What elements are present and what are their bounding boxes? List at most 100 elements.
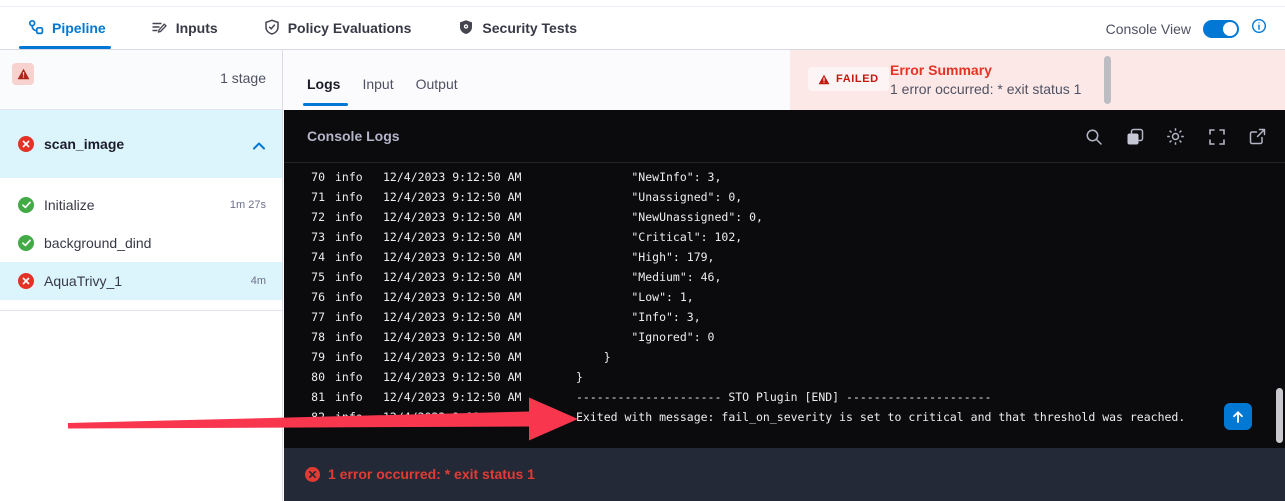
log-timestamp: 12/4/2023 9:12:50 AM: [383, 207, 521, 227]
console-scrollbar-thumb[interactable]: [1276, 388, 1283, 443]
tab-security-tests[interactable]: Security Tests: [458, 19, 577, 38]
log-level: info: [335, 387, 363, 407]
step-name-label: background_dind: [44, 235, 151, 251]
log-timestamp: 12/4/2023 9:12:50 AM: [383, 267, 521, 287]
tab-policy-evaluations[interactable]: Policy Evaluations: [264, 19, 412, 38]
log-timestamp: 12/4/2023 9:12:50 AM: [383, 387, 521, 407]
banner-scrollbar-thumb[interactable]: [1104, 56, 1111, 104]
log-line-number: 72: [310, 207, 325, 227]
log-message: "Info": 3,: [576, 307, 701, 327]
stage-name-label: scan_image: [44, 136, 124, 152]
log-level: info: [335, 267, 363, 287]
log-timestamp: 12/4/2023 9:12:50 AM: [383, 307, 521, 327]
log-level: info: [335, 327, 363, 347]
log-message: }: [576, 367, 583, 387]
log-line: 79 info 12/4/2023 9:12:50 AM }: [284, 347, 1285, 367]
error-circle-icon: [305, 467, 320, 482]
log-scroll-area[interactable]: 70 info 12/4/2023 9:12:50 AM "NewInfo": 3,…: [284, 172, 1285, 448]
open-in-new-icon[interactable]: [1248, 127, 1267, 146]
failed-warning-icon: [818, 74, 830, 85]
tab-security-tests-label: Security Tests: [482, 20, 577, 36]
log-line: 80info12/4/2023 9:12:50 AM}: [284, 367, 1285, 387]
stage-count-row: 1 stage: [0, 50, 282, 110]
log-message: --------------------- STO Plugin [END] -…: [576, 387, 991, 407]
step-row-background-dind[interactable]: background_dind: [0, 224, 282, 262]
log-line-number: 76: [310, 287, 325, 307]
log-line: 70 info 12/4/2023 9:12:50 AM "NewInfo": 3,: [284, 172, 1285, 187]
log-message: "Ignored": 0: [576, 327, 714, 347]
toggle-knob: [1223, 22, 1237, 36]
log-line: 73info12/4/2023 9:12:50 AM "Critical": 1…: [284, 227, 1285, 247]
log-line-number: 73: [310, 227, 325, 247]
tab-logs[interactable]: Logs: [307, 76, 340, 92]
tab-inputs[interactable]: Inputs: [151, 19, 218, 38]
log-timestamp: 12/4/2023 9:12:50 AM: [383, 172, 521, 187]
log-level: info: [335, 247, 363, 267]
scroll-to-top-button[interactable]: [1224, 403, 1252, 430]
step-success-icon: [18, 235, 34, 251]
pipeline-execution-page: Pipeline Inputs Policy Evaluations: [0, 0, 1285, 501]
step-row-aquatrivy[interactable]: AquaTrivy_1 4m: [0, 262, 282, 300]
active-tab-underline: [19, 46, 111, 49]
tab-pipeline[interactable]: Pipeline: [28, 19, 106, 38]
security-shield-icon: [458, 19, 474, 38]
log-line-number: 77: [310, 307, 325, 327]
chevron-up-icon[interactable]: [252, 138, 266, 156]
log-line-number: 71: [310, 187, 325, 207]
log-message: "NewInfo": 3,: [576, 172, 721, 187]
top-navbar: Pipeline Inputs Policy Evaluations: [0, 7, 1285, 50]
info-icon[interactable]: [1251, 18, 1267, 39]
stage-row-scan-image[interactable]: scan_image: [0, 110, 282, 178]
active-log-tab-underline: [303, 103, 348, 106]
log-line: 72info12/4/2023 9:12:50 AM "NewUnassigne…: [284, 207, 1285, 227]
log-timestamp: 12/4/2023 9:12:50 AM: [383, 347, 521, 367]
fullscreen-icon[interactable]: [1207, 127, 1226, 146]
warning-chip[interactable]: [12, 63, 34, 85]
step-row-initialize[interactable]: Initialize 1m 27s: [0, 186, 282, 224]
step-duration-label: 4m: [251, 275, 266, 287]
warning-triangle-icon: [17, 68, 30, 80]
log-pane-header: Logs Input Output: [284, 50, 790, 110]
footer-error: 1 error occurred: * exit status 1: [305, 466, 535, 482]
tab-policy-evaluations-label: Policy Evaluations: [288, 20, 412, 36]
nav-right-controls: Console View: [1106, 7, 1267, 50]
log-level: info: [335, 172, 363, 187]
log-line-number: 78: [310, 327, 325, 347]
step-success-icon: [18, 197, 34, 213]
copy-icon[interactable]: [1125, 127, 1144, 146]
footer-error-text: 1 error occurred: * exit status 1: [328, 466, 535, 482]
log-message: }: [576, 347, 611, 367]
log-line-highlighted: 82info12/4/2023 9:12:50 AMExited with me…: [284, 407, 1285, 427]
log-line: 74info12/4/2023 9:12:50 AM "High": 179,: [284, 247, 1285, 267]
execution-sidebar: 1 stage scan_image Initialize 1m 27s: [0, 50, 283, 501]
settings-gear-icon[interactable]: [1166, 127, 1185, 146]
tab-inputs-label: Inputs: [176, 20, 218, 36]
log-line-number: 81: [310, 387, 325, 407]
error-summary-banner: FAILED Error Summary 1 error occurred: *…: [790, 50, 1285, 110]
console-logs-title: Console Logs: [307, 128, 400, 144]
log-line: 78info12/4/2023 9:12:50 AM "Ignored": 0: [284, 327, 1285, 347]
tab-input[interactable]: Input: [362, 76, 393, 92]
log-timestamp: 12/4/2023 9:12:50 AM: [383, 227, 521, 247]
console-view-toggle[interactable]: [1203, 20, 1239, 38]
tab-output[interactable]: Output: [416, 76, 458, 92]
step-list: Initialize 1m 27s background_dind AquaTr…: [0, 178, 282, 311]
policy-check-icon: [264, 19, 280, 38]
search-icon[interactable]: [1084, 127, 1103, 146]
step-failed-icon: [18, 273, 34, 289]
console-logs-header: Console Logs: [284, 110, 1285, 163]
log-level: info: [335, 207, 363, 227]
log-level: info: [335, 347, 363, 367]
arrow-up-icon: [1231, 410, 1245, 424]
log-line: 81 info 12/4/2023 9:12:50 AM --------------…: [284, 387, 1285, 407]
log-line-number: 75: [310, 267, 325, 287]
log-line-number: 79: [310, 347, 325, 367]
log-line-number: 70: [310, 172, 325, 187]
log-message: "Critical": 102,: [576, 227, 742, 247]
log-message: "Medium": 46,: [576, 267, 721, 287]
status-badge-failed: FAILED: [808, 67, 889, 91]
log-line: 75 info 12/4/2023 9:12:50 AM "Medium": 46,: [284, 267, 1285, 287]
log-timestamp: 12/4/2023 9:12:50 AM: [383, 367, 521, 387]
log-level: info: [335, 187, 363, 207]
log-level: info: [335, 367, 363, 387]
